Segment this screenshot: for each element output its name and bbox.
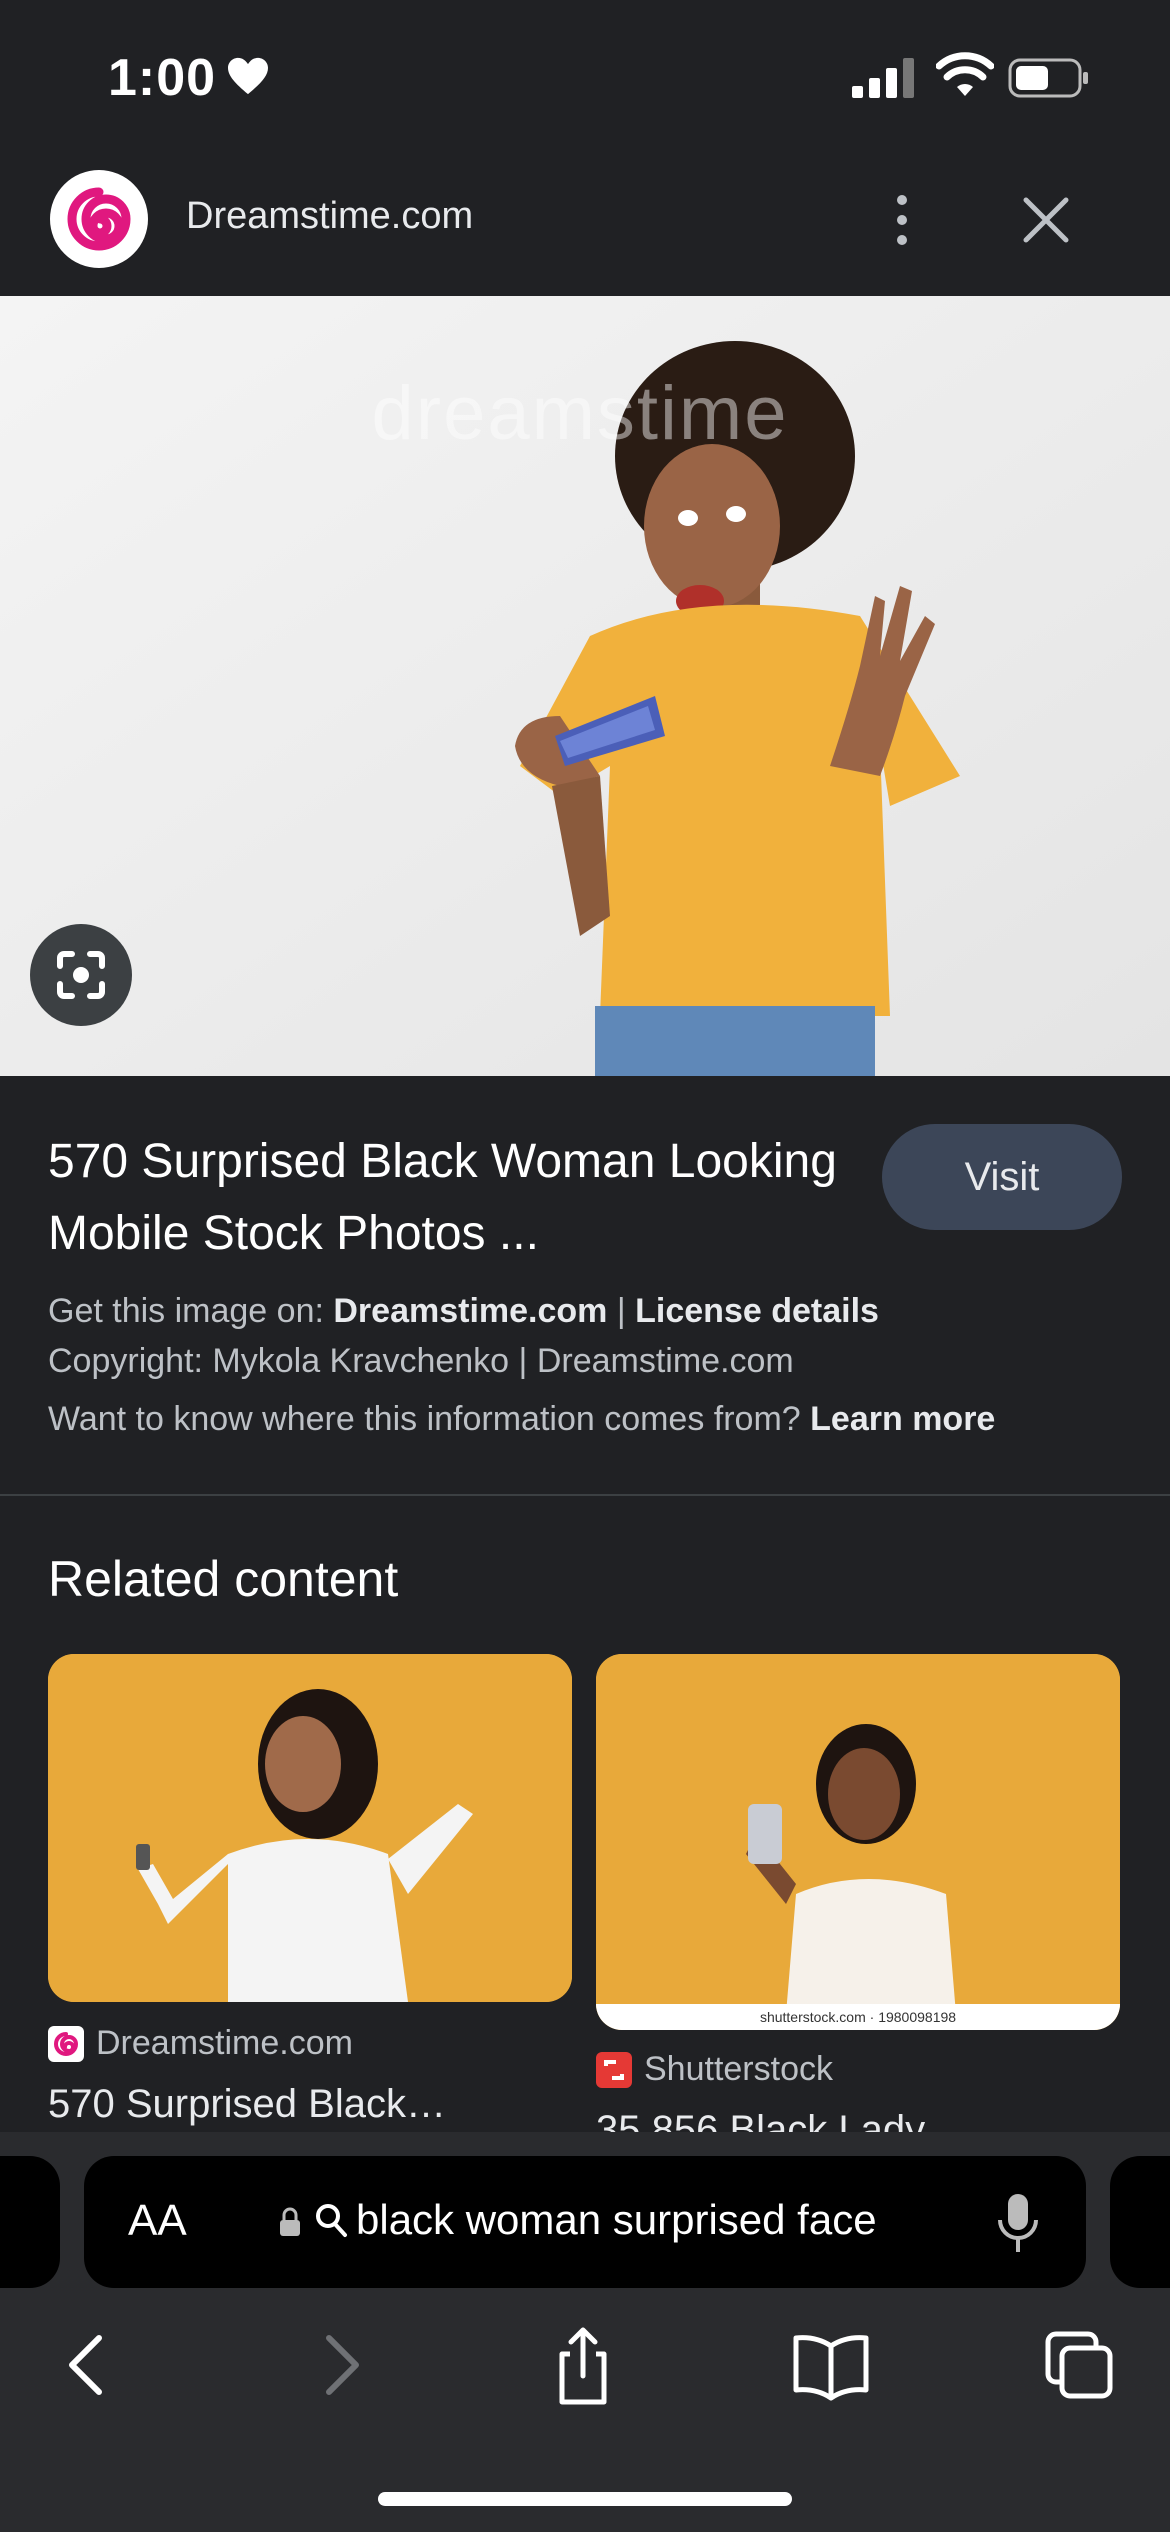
status-time: 1:00 (108, 49, 217, 107)
heart-icon (228, 57, 268, 95)
more-options-icon[interactable] (880, 190, 924, 250)
cellular-signal-icon (852, 58, 914, 98)
image-watermark: dreamstime (371, 371, 789, 456)
info-source-line: Want to know where this information come… (48, 1400, 995, 1439)
close-icon[interactable] (1018, 192, 1074, 248)
dreamstime-logo-icon (50, 170, 148, 268)
site-name[interactable]: Dreamstime.com (186, 195, 473, 238)
copyright-text: Copyright: Mykola Kravchenko | Dreamstim… (48, 1342, 794, 1380)
learn-more-link[interactable]: Learn more (810, 1400, 995, 1438)
dreamstime-favicon-icon (48, 2026, 84, 2062)
battery-icon (1008, 58, 1088, 98)
related-image-2[interactable]: shutterstock.com · 1980098198 (596, 1654, 1120, 2030)
lens-search-button[interactable] (30, 924, 132, 1026)
search-icon (316, 2204, 347, 2237)
previous-tab-preview[interactable] (0, 2156, 60, 2288)
related-title-1[interactable]: 570 Surprised Black… (48, 2082, 446, 2127)
image-source-line: Get this image on: Dreamstime.com | Lice… (48, 1292, 879, 1331)
share-icon[interactable] (538, 2320, 628, 2410)
related-source-2: Shutterstock (644, 2050, 833, 2088)
next-tab-preview[interactable] (1110, 2156, 1170, 2288)
image-caption: shutterstock.com · 1980098198 (759, 2009, 957, 2025)
text-size-button[interactable]: AA (128, 2196, 187, 2246)
forward-icon[interactable] (294, 2320, 384, 2410)
visit-button[interactable]: Visit (882, 1124, 1122, 1230)
source-site-link[interactable]: Dreamstime.com (333, 1292, 607, 1330)
related-content-heading: Related content (48, 1551, 399, 1607)
get-image-prefix: Get this image on: (48, 1292, 324, 1330)
section-divider (0, 1494, 1170, 1496)
separator: | (616, 1292, 626, 1330)
info-question: Want to know where this information come… (48, 1400, 801, 1438)
related-image-1[interactable] (48, 1654, 572, 2002)
result-title[interactable]: 570 Surprised Black Woman Looking Mobile… (48, 1126, 878, 1270)
back-icon[interactable] (44, 2320, 134, 2410)
lock-icon (280, 2207, 300, 2236)
home-indicator (378, 2492, 792, 2506)
license-details-link[interactable]: License details (635, 1292, 879, 1330)
site-header (0, 150, 1170, 296)
related-source-1: Dreamstime.com (96, 2024, 353, 2062)
wifi-icon (936, 52, 994, 96)
tabs-icon[interactable] (1034, 2320, 1124, 2410)
microphone-icon[interactable] (996, 2192, 1040, 2256)
shutterstock-favicon-icon (596, 2052, 632, 2088)
bookmarks-icon[interactable] (786, 2320, 876, 2410)
search-query-input[interactable]: black woman surprised face (356, 2196, 877, 2244)
